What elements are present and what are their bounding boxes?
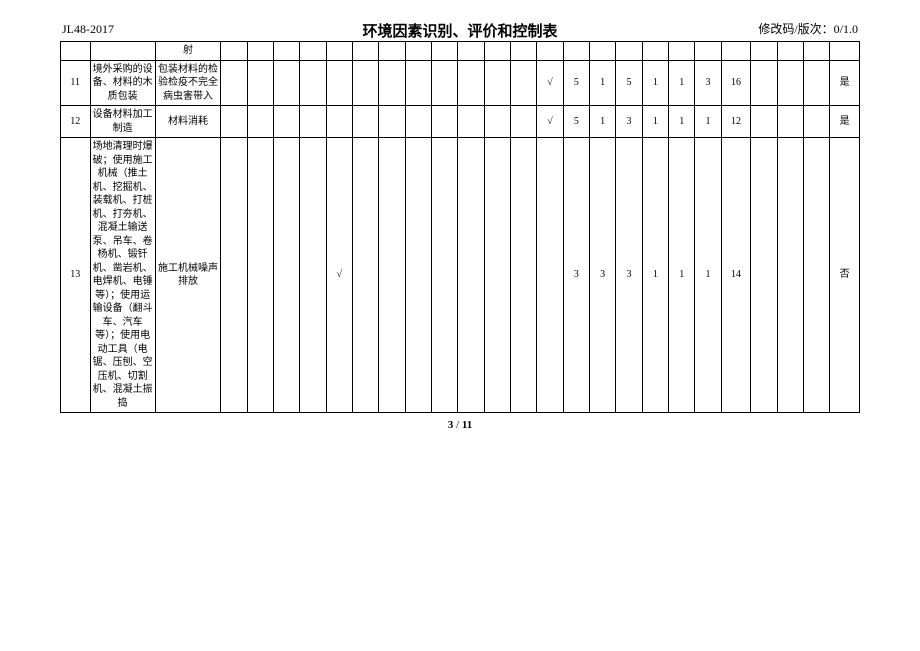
main-table: 射 11 境外采购的设备、材料的木质包装 包装材料的检验检疫不完全病虫害带入 √… [60, 41, 860, 413]
doc-title: 环境因素识别、评价和控制表 [362, 20, 557, 41]
factor-cell: 施工机械噪声排放 [155, 138, 220, 413]
doc-code: JL48-2017 [62, 22, 114, 37]
table-row: 13 场地清理时爆破；使用施工机械（推土机、挖掘机、装载机、打桩机、打夯机、混凝… [61, 138, 860, 413]
activity-cell: 设备材料加工制造 [90, 106, 155, 138]
page-footer: 3 / 11 [60, 419, 860, 431]
page-current: 3 [448, 419, 454, 431]
continuation-cell: 射 [155, 42, 220, 61]
page-header: JL48-2017 环境因素识别、评价和控制表 修改码/版次：0/1.0 [60, 20, 860, 37]
result-cell: 否 [830, 138, 860, 413]
result-cell: 是 [830, 106, 860, 138]
row-no: 11 [61, 60, 91, 106]
table-row: 11 境外采购的设备、材料的木质包装 包装材料的检验检疫不完全病虫害带入 √ 5… [61, 60, 860, 106]
factor-cell: 材料消耗 [155, 106, 220, 138]
table-row: 12 设备材料加工制造 材料消耗 √ 51311112 是 [61, 106, 860, 138]
doc-revision: 修改码/版次：0/1.0 [758, 20, 858, 37]
row-no: 13 [61, 138, 91, 413]
result-cell: 是 [830, 60, 860, 106]
activity-cell: 境外采购的设备、材料的木质包装 [90, 60, 155, 106]
page-total: 11 [462, 419, 472, 431]
activity-cell: 场地清理时爆破；使用施工机械（推土机、挖掘机、装载机、打桩机、打夯机、混凝土输送… [90, 138, 155, 413]
factor-cell: 包装材料的检验检疫不完全病虫害带入 [155, 60, 220, 106]
table-row: 射 [61, 42, 860, 61]
row-no: 12 [61, 106, 91, 138]
